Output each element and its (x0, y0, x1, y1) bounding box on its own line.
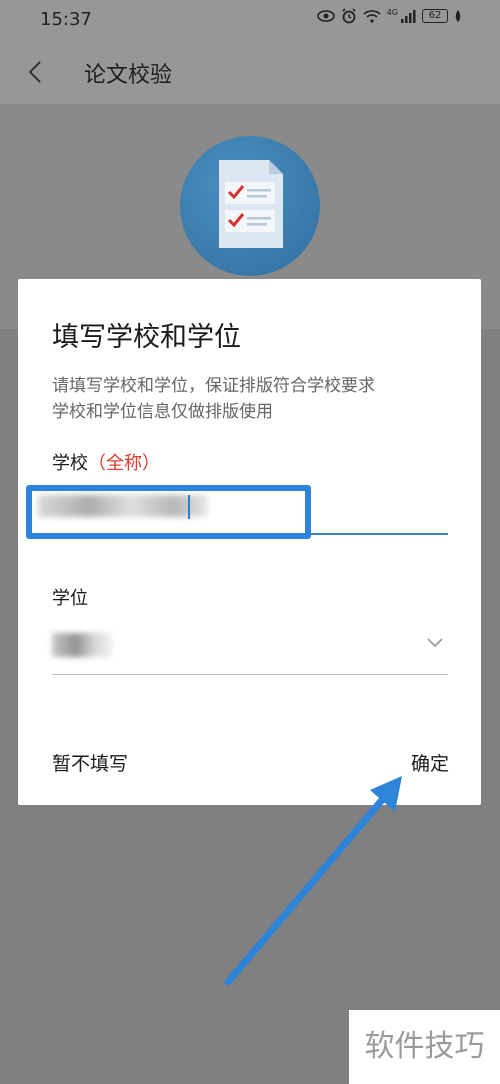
alarm-icon (342, 8, 356, 24)
degree-blurred-value (52, 633, 112, 657)
degree-select[interactable] (52, 619, 448, 675)
description-line-2: 学校和学位信息仅做排版使用 (52, 402, 273, 422)
document-illustration (180, 136, 320, 276)
school-required-note: （全称） (88, 453, 160, 474)
degree-label: 学位 (52, 588, 88, 609)
school-label: 学校（全称） (52, 449, 160, 475)
dialog-description: 请填写学校和学位，保证排版符合学校要求 学校和学位信息仅做排版使用 (52, 373, 462, 425)
dialog-title: 填写学校和学位 (52, 322, 241, 353)
leaf-icon (455, 10, 461, 22)
page-title: 论文校验 (84, 63, 173, 88)
status-icons: 4G 62 (316, 7, 462, 24)
annotation-highlight-box (26, 485, 311, 539)
watermark: 软件技巧 (349, 1010, 500, 1084)
school-label-text: 学校 (52, 453, 88, 474)
eye-icon (316, 10, 335, 22)
school-degree-dialog: 填写学校和学位 请填写学校和学位，保证排版符合学校要求 学校和学位信息仅做排版使… (18, 279, 481, 805)
title-bar: 论文校验 (0, 40, 500, 104)
signal-icon (401, 10, 416, 23)
confirm-button[interactable]: 确定 (411, 749, 449, 776)
chevron-left-icon[interactable] (22, 58, 50, 86)
battery-icon: 62 (422, 9, 448, 23)
status-time: 15:37 (40, 9, 92, 30)
network-label: 4G (386, 7, 398, 17)
chevron-down-icon (427, 638, 443, 648)
wifi-icon (363, 10, 381, 23)
skip-button[interactable]: 暂不填写 (52, 749, 128, 776)
status-bar: 15:37 4G 62 (0, 0, 500, 40)
checklist-document-icon (219, 160, 283, 248)
description-line-1: 请填写学校和学位，保证排版符合学校要求 (52, 376, 375, 396)
